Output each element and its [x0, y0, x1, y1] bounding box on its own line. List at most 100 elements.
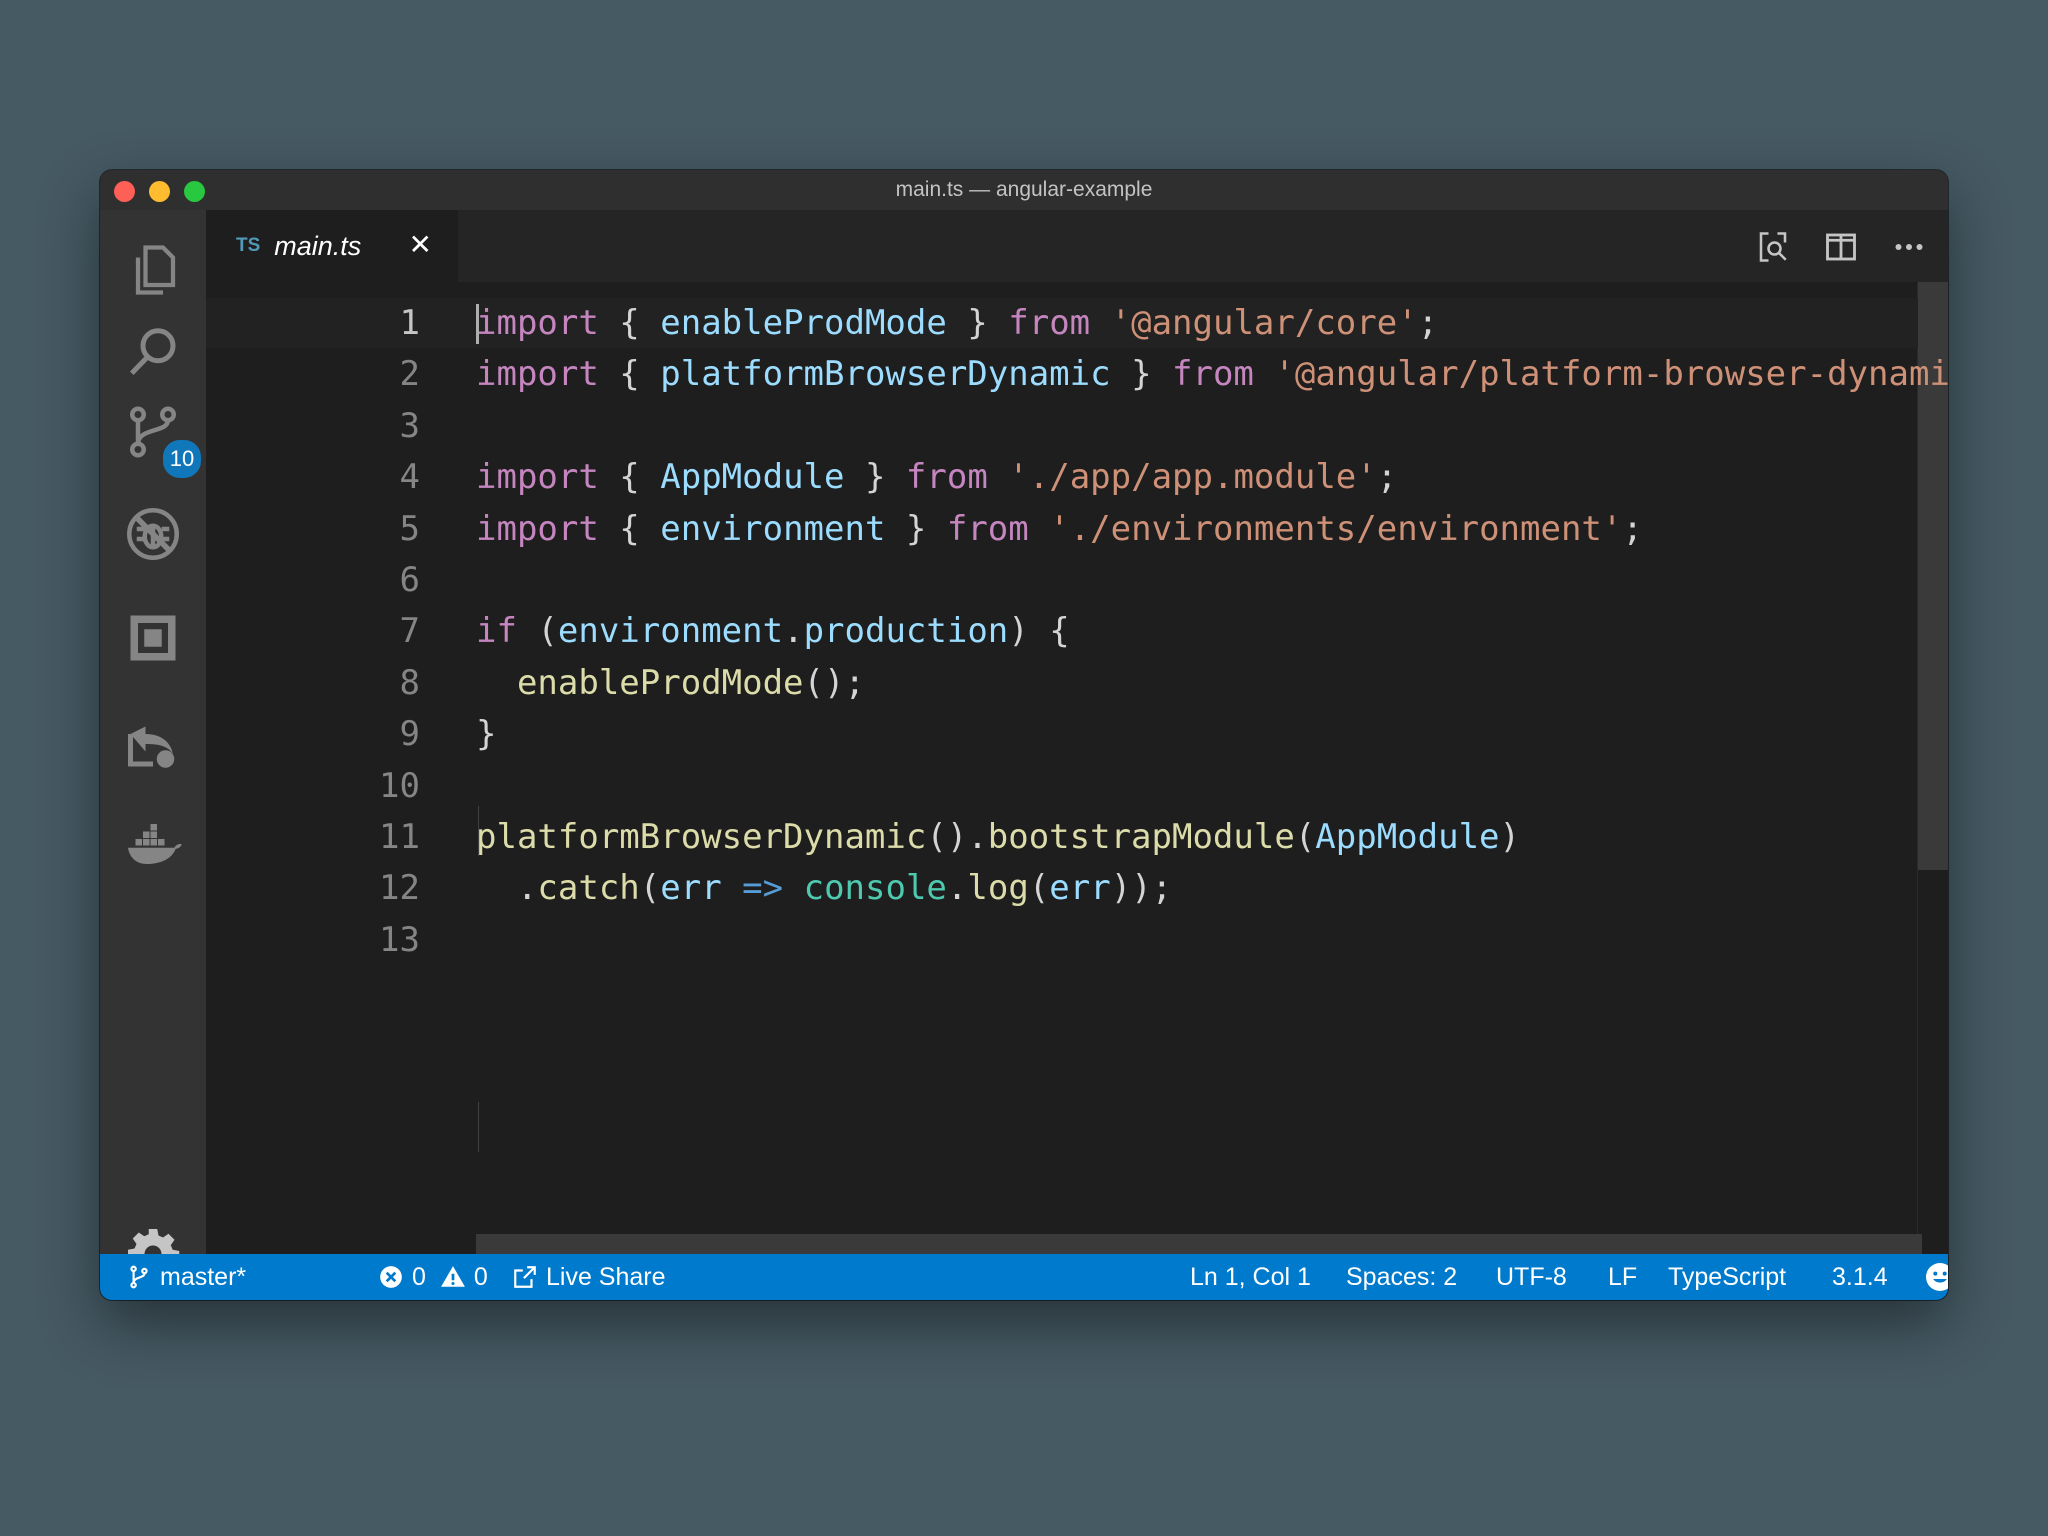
warning-icon — [440, 1266, 465, 1287]
cursor-position: Ln 1, Col 1 — [1190, 1262, 1311, 1291]
activity-extensions[interactable] — [119, 604, 187, 672]
code-token: (); — [803, 662, 865, 703]
ellipsis-icon — [1895, 244, 1923, 250]
warning-count: 0 — [473, 1262, 488, 1291]
code-token: . — [946, 868, 968, 909]
code-token: ( — [1294, 817, 1316, 857]
split-editor-icon — [1826, 233, 1856, 261]
status-encoding[interactable]: UTF-8 — [1496, 1254, 1567, 1300]
activity-source-control[interactable]: 10 — [119, 398, 203, 480]
line-number: 11 — [379, 817, 420, 857]
code-token: ; — [1417, 303, 1439, 343]
code-line[interactable]: 9} — [206, 709, 1918, 759]
close-window-button[interactable] — [114, 181, 135, 202]
code-token: platformBrowserDynamic — [660, 354, 1111, 395]
horizontal-scrollbar[interactable] — [476, 1234, 1922, 1254]
line-number: 7 — [399, 611, 420, 652]
status-problems[interactable]: 0 0 — [378, 1254, 488, 1300]
typescript-file-icon: TS — [236, 235, 261, 256]
code-line[interactable]: 1 import { enableProdMode } from '@angula… — [206, 298, 1918, 348]
source-control-badge: 10 — [161, 438, 203, 480]
code-token: } — [476, 714, 497, 755]
code-token: production — [803, 611, 1009, 652]
split-editor-button[interactable] — [1822, 228, 1860, 266]
code-token: from — [946, 508, 1029, 549]
activity-docker[interactable] — [119, 810, 187, 878]
line-text: import { environment } from './environme… — [476, 504, 1643, 554]
status-ts-version[interactable]: 3.1.4 — [1832, 1254, 1888, 1300]
code-token: )); — [1110, 868, 1173, 909]
status-branch[interactable]: master* — [126, 1254, 246, 1300]
code-token: log — [967, 868, 1029, 909]
code-token: catch — [537, 868, 640, 909]
status-indentation[interactable]: Spaces: 2 — [1346, 1254, 1457, 1300]
line-text: } — [476, 709, 496, 759]
code-token: enableProdMode — [660, 303, 947, 343]
code-token: { — [598, 457, 661, 498]
status-language[interactable]: TypeScript — [1668, 1254, 1786, 1300]
status-cursor-position[interactable]: Ln 1, Col 1 — [1190, 1254, 1311, 1300]
code-token: => — [742, 868, 784, 909]
code-token: import — [476, 354, 599, 395]
code-line[interactable]: 13 — [206, 915, 1918, 965]
status-live-share[interactable]: Live Share — [512, 1254, 666, 1300]
code-token: { — [598, 303, 661, 343]
typescript-version: 3.1.4 — [1832, 1262, 1888, 1291]
code-line[interactable]: 5 import { environment } from './environm… — [206, 504, 1918, 554]
code-line[interactable]: 12 .catch(err => console.log(err)); — [206, 863, 1918, 913]
branch-name: master* — [160, 1262, 247, 1291]
code-token: enableProdMode — [516, 662, 804, 703]
no-bug-icon — [127, 508, 179, 560]
code-line[interactable]: 2 import { platformBrowserDynamic } from … — [206, 349, 1948, 399]
code-token: AppModule — [660, 457, 845, 498]
tab-main-ts[interactable]: TS main.ts ✕ — [206, 210, 458, 282]
line-text: import { platformBrowserDynamic } from '… — [476, 349, 1948, 399]
encoding: UTF-8 — [1496, 1262, 1567, 1291]
more-actions-button[interactable] — [1890, 228, 1928, 266]
extensions-icon — [130, 615, 176, 661]
code-line[interactable]: 6 — [206, 555, 1918, 605]
code-line[interactable]: 4 import { AppModule } from './app/app.mo… — [206, 452, 1918, 502]
activity-search[interactable] — [119, 318, 187, 386]
code-token: if — [476, 611, 517, 652]
code-editor[interactable]: 1 import { enableProdMode } from '@angula… — [206, 282, 1948, 1254]
line-text: .catch(err => console.log(err)); — [476, 863, 1172, 913]
code-line[interactable]: 3 — [206, 401, 1918, 451]
share-icon — [514, 1266, 536, 1288]
activity-bar: 10 — [100, 210, 206, 1282]
code-token: ) { — [1008, 611, 1070, 652]
status-eol[interactable]: LF — [1608, 1254, 1637, 1300]
maximize-window-button[interactable] — [184, 181, 205, 202]
code-token: console — [803, 868, 947, 909]
activity-debug[interactable] — [119, 500, 187, 568]
code-token: './app/app.module' — [1008, 457, 1377, 498]
status-feedback[interactable] — [1924, 1254, 1948, 1300]
code-line[interactable]: 11 platformBrowserDynamic().bootstrapModu… — [206, 812, 1918, 862]
tab-label: main.ts — [274, 230, 362, 261]
error-count: 0 — [412, 1262, 426, 1291]
smiley-icon — [1926, 1263, 1948, 1291]
code-line[interactable]: 10 — [206, 761, 1918, 811]
vscode-window: main.ts — angular-example 10 TS main.ts … — [100, 170, 1948, 1300]
activity-live-share[interactable] — [119, 710, 187, 778]
code-token: bootstrapModule — [987, 817, 1295, 857]
code-line[interactable]: 8 enableProdMode(); — [206, 658, 1918, 708]
code-token: './environments/environment' — [1049, 508, 1623, 549]
close-icon[interactable]: ✕ — [409, 228, 432, 261]
line-number: 10 — [379, 765, 420, 806]
files-icon — [135, 245, 176, 295]
code-token: environment — [557, 611, 784, 652]
activity-explorer[interactable] — [119, 236, 187, 304]
line-number: 6 — [399, 560, 420, 600]
line-number: 12 — [379, 868, 420, 909]
code-token: import — [476, 457, 599, 498]
minimize-window-button[interactable] — [149, 181, 170, 202]
search-preview-icon — [1759, 232, 1787, 262]
code-token: (). — [926, 817, 988, 857]
code-line[interactable]: 7 if (environment.production) { — [206, 606, 1918, 656]
open-preview-button[interactable] — [1754, 228, 1792, 266]
tab-bar: TS main.ts ✕ — [206, 210, 1948, 282]
